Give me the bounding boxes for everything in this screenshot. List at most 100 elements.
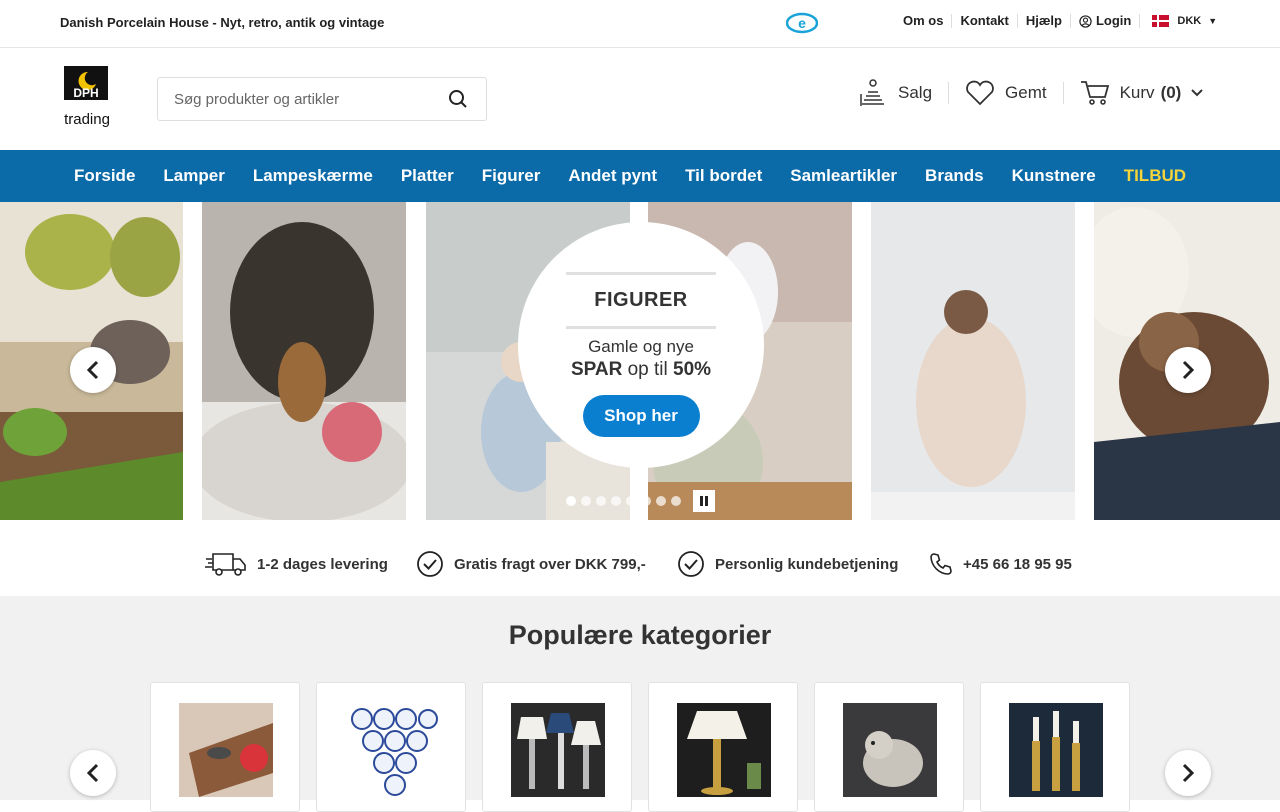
user-icon bbox=[1079, 14, 1092, 28]
hero-image-mother-child bbox=[871, 202, 1075, 520]
carousel-dot[interactable] bbox=[581, 496, 591, 506]
category-card[interactable] bbox=[150, 682, 300, 812]
header-actions: Salg Gemt Kurv (0) bbox=[858, 79, 1220, 106]
hero-image-bird-vase bbox=[202, 202, 406, 520]
category-card[interactable] bbox=[814, 682, 964, 812]
divider bbox=[566, 272, 716, 275]
carousel-dot[interactable] bbox=[671, 496, 681, 506]
categories-next-button[interactable] bbox=[1165, 750, 1211, 796]
nav-item-tilbud[interactable]: TILBUD bbox=[1124, 166, 1186, 186]
carousel-dot[interactable] bbox=[566, 496, 576, 506]
dph-trading-logo[interactable]: DPH trading bbox=[62, 64, 112, 130]
nav-item-andet-pynt[interactable]: Andet pynt bbox=[568, 166, 657, 186]
chevron-right-icon bbox=[1182, 763, 1195, 783]
chevron-down-icon: ▼ bbox=[1208, 16, 1218, 26]
search-icon[interactable] bbox=[448, 89, 468, 109]
nav-item-lamper[interactable]: Lamper bbox=[163, 166, 224, 186]
carousel-dot[interactable] bbox=[626, 496, 636, 506]
category-image bbox=[677, 703, 771, 797]
cart-icon bbox=[1080, 81, 1109, 105]
usp-phone-text: +45 66 18 95 95 bbox=[963, 555, 1072, 573]
shop-here-button[interactable]: Shop her bbox=[582, 395, 700, 437]
svg-text:e: e bbox=[798, 15, 806, 31]
help-link[interactable]: Hjælp bbox=[1016, 14, 1070, 28]
site-tagline: Danish Porcelain House - Nyt, retro, ant… bbox=[60, 15, 385, 30]
nav-item-platter[interactable]: Platter bbox=[401, 166, 454, 186]
sell-button[interactable]: Salg bbox=[858, 79, 948, 106]
carousel-pause-button[interactable] bbox=[693, 490, 715, 512]
nav-item-kunstnere[interactable]: Kunstnere bbox=[1012, 166, 1096, 186]
logo-trading-text: trading bbox=[64, 111, 110, 128]
cart-button[interactable]: Kurv (0) bbox=[1062, 81, 1220, 105]
usp-delivery: 1-2 dages levering bbox=[205, 552, 388, 576]
usp-service-text: Personlig kundebetjening bbox=[715, 555, 899, 573]
usp-service: Personlig kundebetjening bbox=[677, 550, 898, 578]
search-input[interactable] bbox=[158, 78, 428, 120]
contact-link[interactable]: Kontakt bbox=[951, 14, 1016, 28]
category-image bbox=[511, 703, 605, 797]
truck-icon bbox=[205, 553, 246, 576]
chevron-left-icon bbox=[86, 360, 99, 380]
e-maerke-icon[interactable]: e bbox=[786, 12, 818, 34]
category-card[interactable] bbox=[316, 682, 466, 812]
cart-count: (0) bbox=[1160, 83, 1182, 102]
login-label: Login bbox=[1095, 13, 1132, 28]
category-card[interactable] bbox=[648, 682, 798, 812]
nav-item-lampeskaerme[interactable]: Lampeskærme bbox=[253, 166, 373, 186]
cart-label: Kurv bbox=[1119, 83, 1155, 102]
usp-phone[interactable]: +45 66 18 95 95 bbox=[929, 552, 1072, 576]
category-card[interactable] bbox=[482, 682, 632, 812]
usp-bar: 1-2 dages levering Gratis fragt over DKK… bbox=[0, 520, 1280, 596]
category-image bbox=[843, 703, 937, 797]
category-image bbox=[1009, 703, 1103, 797]
currency-label: DKK bbox=[1177, 15, 1202, 27]
carousel-dot[interactable] bbox=[596, 496, 606, 506]
usp-freight: Gratis fragt over DKK 799,- bbox=[416, 550, 646, 578]
hero-promo-circle: FIGURER Gamle og nye SPAR op til 50% Sho… bbox=[518, 222, 764, 468]
danish-flag-icon bbox=[1152, 15, 1170, 27]
categories-heading: Populære kategorier bbox=[508, 620, 772, 650]
search-box bbox=[157, 77, 487, 121]
hero-prev-button[interactable] bbox=[70, 347, 116, 393]
category-image bbox=[345, 703, 439, 797]
carousel-dot[interactable] bbox=[641, 496, 651, 506]
sell-label: Salg bbox=[898, 83, 933, 102]
top-bar: Danish Porcelain House - Nyt, retro, ant… bbox=[0, 0, 1280, 48]
carousel-dot[interactable] bbox=[656, 496, 666, 506]
usp-freight-text: Gratis fragt over DKK 799,- bbox=[454, 555, 646, 573]
phone-icon bbox=[930, 553, 952, 575]
saved-label: Gemt bbox=[1005, 83, 1047, 102]
hero-next-button[interactable] bbox=[1165, 347, 1211, 393]
nav-item-figurer[interactable]: Figurer bbox=[482, 166, 541, 186]
checkmark-circle-icon bbox=[417, 551, 443, 577]
popular-categories-section: Populære kategorier bbox=[0, 596, 1280, 812]
top-links: Om os Kontakt Hjælp Login DKK ▼ bbox=[903, 14, 1225, 28]
logo-dph-text: DPH bbox=[73, 86, 98, 100]
nav-item-brands[interactable]: Brands bbox=[925, 166, 984, 186]
login-link[interactable]: Login bbox=[1069, 13, 1139, 28]
saved-button[interactable]: Gemt bbox=[948, 80, 1063, 106]
chevron-down-icon bbox=[1191, 89, 1204, 97]
about-link[interactable]: Om os bbox=[903, 14, 951, 28]
pause-icon bbox=[700, 496, 708, 506]
categories-prev-button[interactable] bbox=[70, 750, 116, 796]
usp-delivery-text: 1-2 dages levering bbox=[257, 555, 388, 573]
currency-selector[interactable]: DKK ▼ bbox=[1139, 14, 1225, 28]
hero-title: FIGURER bbox=[594, 289, 688, 311]
carousel-dot[interactable] bbox=[611, 496, 621, 506]
category-card[interactable] bbox=[980, 682, 1130, 812]
hero-save-text: SPAR op til 50% bbox=[518, 359, 764, 381]
hero-save-word: SPAR bbox=[570, 359, 623, 380]
nav-item-til-bordet[interactable]: Til bordet bbox=[685, 166, 762, 186]
category-image bbox=[179, 703, 273, 797]
heart-icon bbox=[966, 80, 994, 106]
sell-icon bbox=[860, 79, 884, 106]
hero-subtitle: Gamle og nye bbox=[588, 337, 694, 356]
hero-save-pct: 50% bbox=[673, 359, 712, 380]
nav-item-samleartikler[interactable]: Samleartikler bbox=[790, 166, 897, 186]
chevron-right-icon bbox=[1182, 360, 1195, 380]
chevron-left-icon bbox=[86, 763, 99, 783]
nav-item-forside[interactable]: Forside bbox=[74, 166, 135, 186]
divider bbox=[566, 326, 716, 329]
checkmark-circle-icon bbox=[678, 551, 704, 577]
